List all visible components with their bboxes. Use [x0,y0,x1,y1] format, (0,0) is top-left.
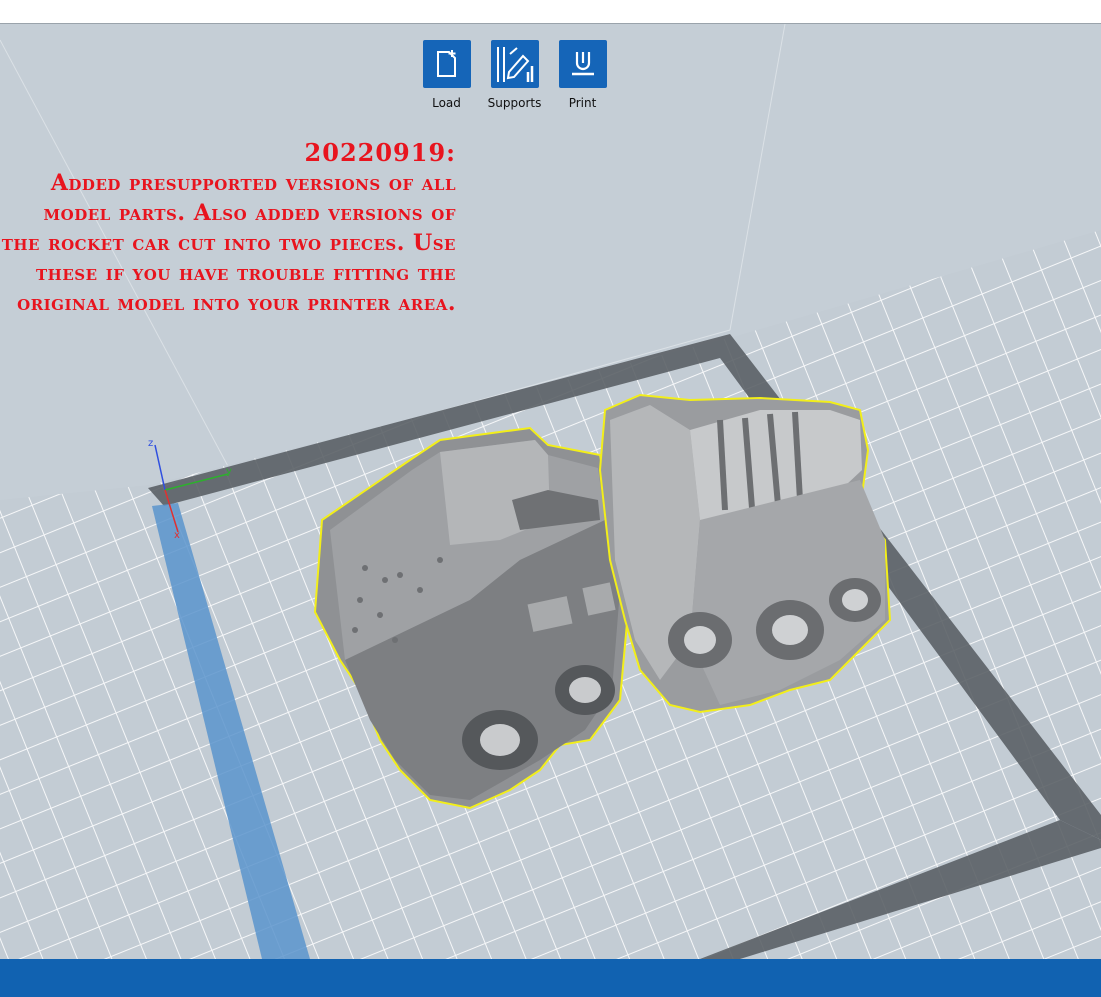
3d-viewport[interactable]: z y x 20220919: Added presupported versi… [0,24,1101,959]
z-axis-label: z [148,438,153,449]
supports-icon [490,40,539,88]
annotation-note: 20220919: Added presupported versions of… [0,138,456,318]
top-menu-bar [0,0,1101,24]
load-label: Load [432,96,461,110]
supports-label: Supports [487,96,542,110]
supports-button[interactable]: Supports [487,40,542,110]
bottom-status-bar [0,959,1101,997]
print-icon [558,40,607,88]
y-axis-label: y [226,466,232,477]
load-button[interactable]: Load [422,40,471,110]
main-toolbar: Load Supports Print [422,40,607,110]
model-rear-half[interactable] [598,393,892,714]
print-label: Print [568,96,597,110]
add-file-icon [422,40,471,88]
note-date: 20220919: [304,138,456,167]
x-axis-label: x [174,530,180,541]
print-button[interactable]: Print [558,40,607,110]
note-text: Added presupported versions of all model… [1,170,456,316]
